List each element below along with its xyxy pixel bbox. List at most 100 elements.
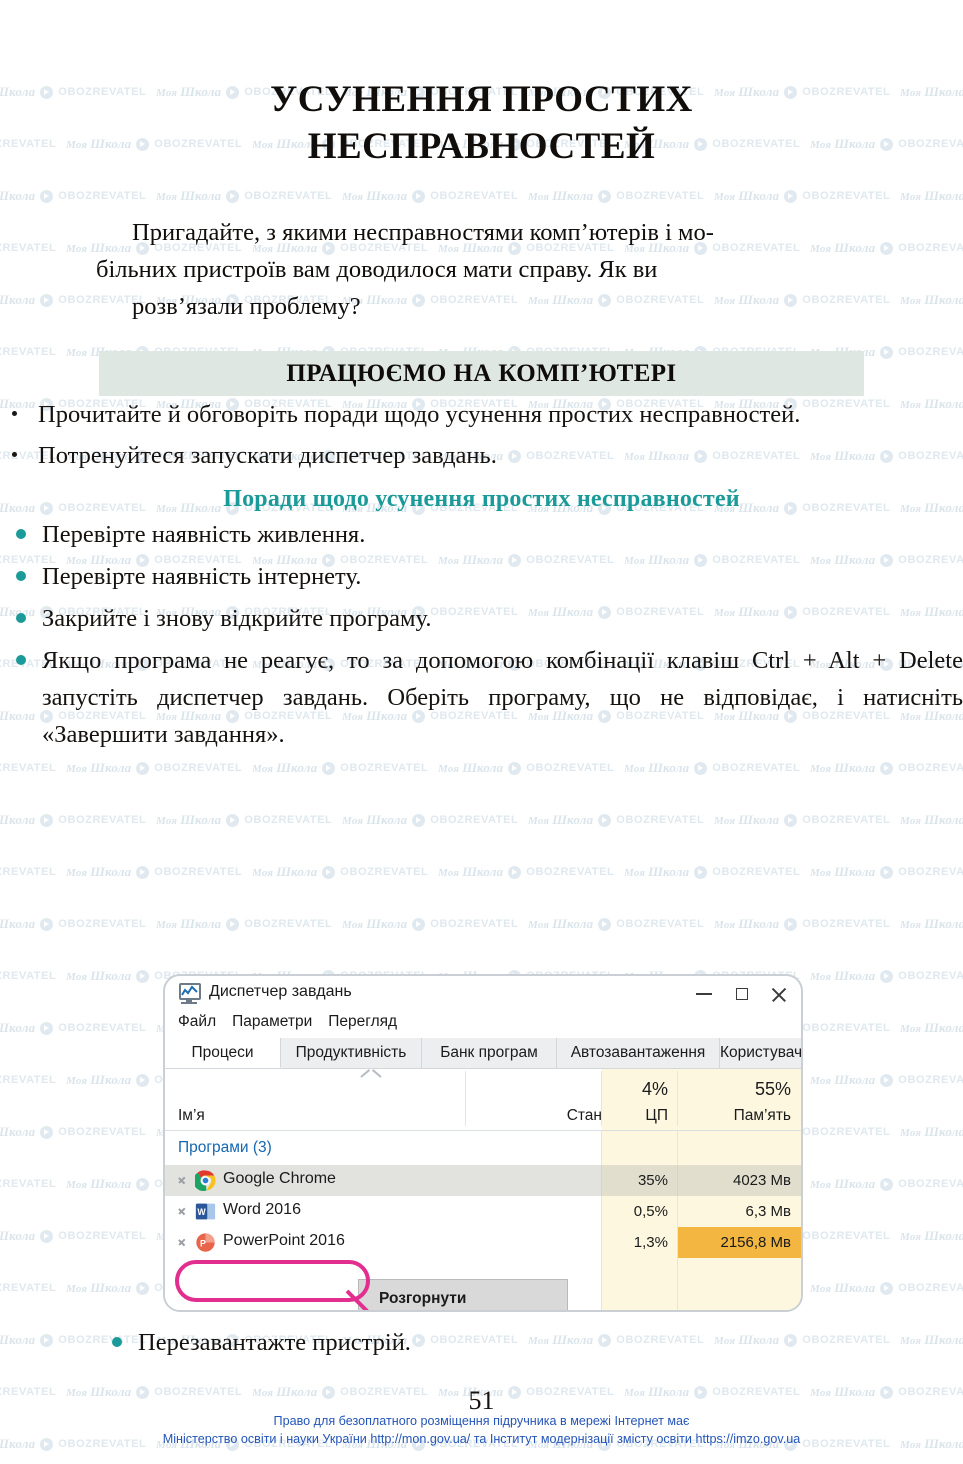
watermark-site: OBOZREVATEL	[244, 814, 333, 826]
menu-item-view[interactable]: Перегляд	[328, 1013, 397, 1031]
list-item: Перевірте наявність інтернету.	[0, 558, 963, 595]
expand-chevron-icon[interactable]	[178, 1235, 186, 1247]
bullet-icon	[16, 613, 26, 623]
watermark-site: OBOZREVATEL	[526, 866, 615, 878]
watermark-brand: Моя Школа	[0, 916, 36, 931]
tab-processes[interactable]: Процеси	[165, 1038, 281, 1068]
watermark-brand: Моя Школа	[900, 916, 963, 931]
chrome-icon	[193, 1170, 216, 1192]
watermark-tile: Моя ШколаOBOZREVATEL	[66, 760, 242, 776]
list-item: Якщо програма не реагує, то за допомогою…	[0, 642, 963, 753]
word-icon: W	[195, 1201, 216, 1222]
watermark-brand: Моя Школа	[810, 968, 876, 983]
watermark-logo-icon	[226, 917, 240, 931]
watermark-site: OBOZREVATEL	[0, 1074, 57, 1086]
watermark-brand: Моя Школа	[900, 812, 963, 827]
table-row[interactable]: P PowerPoint 2016 1,3% 2156,8 Мв	[165, 1227, 801, 1258]
watermark-site: OBOZREVATEL	[802, 814, 891, 826]
bullet-icon	[112, 1337, 122, 1347]
column-header-name[interactable]: Ім’я	[178, 1107, 205, 1125]
tab-startup[interactable]: Автозавантаження	[557, 1038, 720, 1068]
watermark-brand: Моя Школа	[66, 1072, 132, 1087]
process-name: Google Chrome	[223, 1170, 336, 1187]
tab-performance[interactable]: Продуктивність	[281, 1038, 422, 1068]
process-cpu: 0,5%	[633, 1203, 668, 1220]
tab-users[interactable]: Користувачі	[720, 1038, 801, 1068]
intro-paragraph-cont: більних пристроїв вам доводилося мати сп…	[96, 251, 867, 288]
watermark-tile: Моя Школа OBOZREVATEL	[810, 864, 963, 880]
watermark-logo-icon	[880, 1281, 894, 1295]
minimize-button[interactable]	[685, 980, 723, 1006]
watermark-tile: Моя ШколаOBOZREVATEL	[810, 1176, 963, 1192]
intro-line-3: розв’язали проблему?	[132, 293, 361, 320]
column-header-memory[interactable]: Пам’ять	[678, 1107, 791, 1125]
watermark-tile: Моя ШколаOBOZREVATEL	[0, 1124, 146, 1140]
page-title: УСУНЕННЯ ПРОСТИХ НЕСПРАВНОСТЕЙ	[120, 76, 843, 170]
table-row[interactable]: W Word 2016 0,5% 6,3 Мв	[165, 1196, 801, 1227]
watermark-tile: Моя ШколаOBOZREVATEL	[900, 916, 963, 932]
menu-item-file[interactable]: Файл	[178, 1013, 216, 1031]
menu-item-options[interactable]: Параметри	[232, 1013, 312, 1031]
task-manager-icon	[177, 983, 201, 1004]
bullet-icon	[16, 529, 26, 539]
close-icon	[770, 987, 786, 1002]
watermark-tile: Моя ШколаOBOZREVATEL	[900, 1124, 963, 1140]
maximize-button[interactable]	[723, 980, 761, 1006]
close-button[interactable]	[759, 980, 797, 1006]
watermark-brand: Моя Школа	[810, 760, 876, 775]
watermark-tile: Моя ШколаOBOZREVATEL	[810, 1280, 963, 1296]
intro-paragraph-end: розв’язали проблему?	[96, 288, 867, 325]
watermark-logo-icon	[136, 761, 150, 775]
column-header-state[interactable]: Стан	[465, 1107, 602, 1125]
sort-ascending-icon[interactable]	[360, 1069, 382, 1082]
expand-chevron-icon[interactable]	[178, 1204, 186, 1216]
watermark-brand: Моя Школа	[438, 864, 504, 879]
expand-chevron-icon[interactable]	[178, 1173, 186, 1185]
section-band: ПРАЦЮЄМО НА КОМП’ЮТЕРІ	[99, 351, 864, 396]
watermark-tile: Моя ШколаOBOZREVATEL	[714, 916, 890, 932]
watermark-brand: Моя Школа	[342, 916, 408, 931]
tab-app-history[interactable]: Банк програм	[422, 1038, 557, 1068]
watermark-brand: Моя Школа	[528, 916, 594, 931]
watermark-tile: Моя ШколаOBOZREVATEL	[0, 1280, 56, 1296]
watermark-logo-icon	[880, 1073, 894, 1087]
task-manager-window: Диспетчер завдань Файл Параметри Перегля…	[163, 974, 803, 1312]
watermark-site: OBOZREVATEL	[58, 918, 147, 930]
watermark-brand: Моя Школа	[810, 1176, 876, 1191]
watermark-tile: Моя ШколаOBOZREVATEL	[900, 812, 963, 828]
watermark-tile: Моя Школа OBOZREVATEL	[810, 968, 963, 984]
watermark-brand: Моя Школа	[66, 968, 132, 983]
context-menu-item-expand[interactable]: Розгорнути	[359, 1285, 567, 1310]
watermark-tile: Моя ШколаOBOZREVATEL	[0, 760, 56, 776]
process-grid: 4% 55% Ім’я Стан ЦП Пам’ять Програми (3)	[165, 1069, 801, 1310]
watermark-logo-icon	[40, 813, 54, 827]
watermark-site: OBOZREVATEL	[244, 918, 333, 930]
watermark-site: OBOZREVATEL	[0, 1178, 57, 1190]
column-header-cpu[interactable]: ЦП	[602, 1107, 668, 1125]
task-text: Потренуйтеся запускати диспетчер завдань…	[38, 442, 497, 469]
watermark-logo-icon	[136, 969, 150, 983]
table-row[interactable]: Google Chrome 35% 4023 Мв	[165, 1165, 801, 1196]
footer-line-2: Міністерство освіти і науки України http…	[162, 1432, 801, 1446]
powerpoint-icon: P	[195, 1232, 216, 1253]
group-header-apps[interactable]: Програми (3)	[178, 1139, 272, 1157]
watermark-site: OBOZREVATEL	[898, 866, 963, 878]
watermark-brand: Моя Школа	[66, 760, 132, 775]
list-item: Закрийте і знову відкрийте програму.	[0, 600, 963, 637]
bullet-icon	[16, 571, 26, 581]
watermark-site: OBOZREVATEL	[58, 1022, 147, 1034]
tips-list: Перевірте наявність живлення. Перевірте …	[0, 516, 963, 753]
watermark-site: OBOZREVATEL	[340, 866, 429, 878]
svg-text:W: W	[197, 1207, 206, 1217]
watermark-tile: Моя ШколаOBOZREVATEL	[0, 1020, 146, 1036]
watermark-brand: Моя Школа	[810, 1072, 876, 1087]
callout-connector	[345, 1289, 369, 1310]
watermark-logo-icon	[226, 813, 240, 827]
watermark-brand: Моя Школа	[900, 1020, 963, 1035]
watermark-tile: Моя ШколаOBOZREVATEL	[156, 916, 332, 932]
tip-text: Якщо програма не реагує, то за допомогою…	[42, 647, 963, 748]
watermark-site: OBOZREVATEL	[898, 970, 963, 982]
watermark-brand: Моя Школа	[810, 864, 876, 879]
watermark-site: OBOZREVATEL	[802, 1022, 891, 1034]
watermark-tile: Моя ШколаOBOZREVATEL	[624, 760, 800, 776]
